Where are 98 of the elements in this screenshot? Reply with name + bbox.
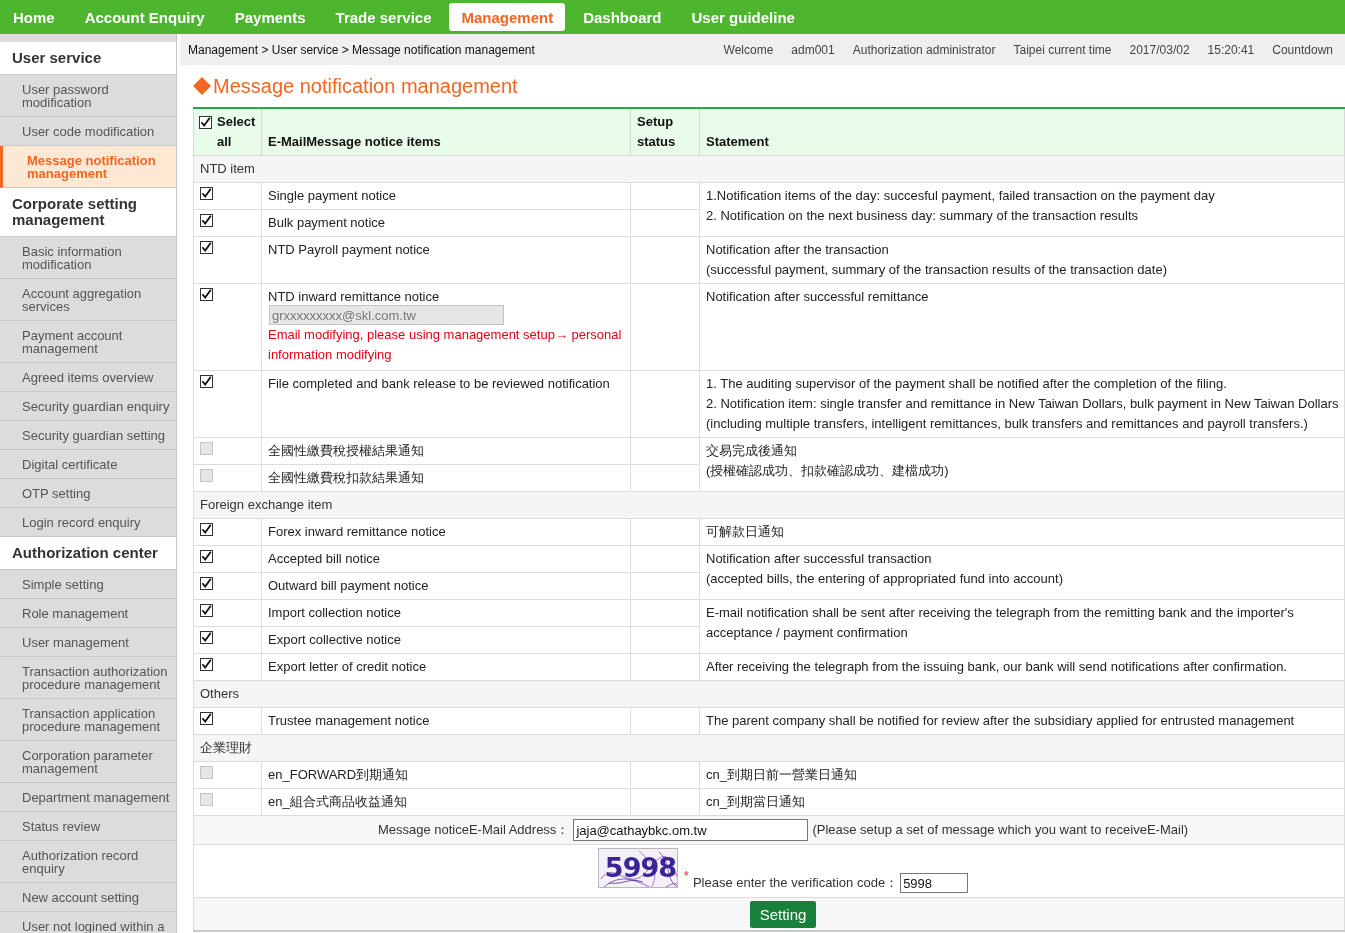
email-address-hint: (Please setup a set of message which you want to receiveE-Mail) xyxy=(812,821,1189,839)
notice-item-label: 全國性繳費稅扣款結果通知 xyxy=(268,469,425,486)
checkbox[interactable] xyxy=(200,577,213,590)
group-header: Others xyxy=(193,680,1345,708)
notice-item-label: NTD Payroll payment notice xyxy=(268,241,431,258)
group-header: 企業理財 xyxy=(193,734,1345,762)
notice-item-label: Accepted bill notice xyxy=(268,550,381,567)
sidebar-item[interactable]: Security guardian enquiry xyxy=(0,392,176,421)
verification-label: Please enter the verification code： xyxy=(692,874,899,892)
sidebar-item[interactable]: User not logined within a xyxy=(0,912,176,933)
notice-item-label: NTD inward remittance notice xyxy=(268,288,441,305)
sidebar-item[interactable]: OTP setting xyxy=(0,479,176,508)
checkbox[interactable] xyxy=(200,214,213,227)
sidebar-section-title[interactable]: Corporate setting management xyxy=(0,188,176,237)
notice-item-label: en_組合式商品收益通知 xyxy=(268,793,408,810)
sidebar-item[interactable]: New account setting xyxy=(0,883,176,912)
sidebar-item[interactable]: Simple setting xyxy=(0,570,176,599)
notice-item-label: Single payment notice xyxy=(268,187,397,204)
notice-item-label: File completed and bank release to be reviewed notification xyxy=(268,375,611,392)
group-header: Foreign exchange item xyxy=(193,491,1345,519)
checkbox[interactable] xyxy=(200,712,213,725)
statement-text: (including multiple transfers, intelligent remittances, bulk transfers and remittances and payroll transfers.) xyxy=(706,415,1309,433)
statement-text: Notification after successful transaction xyxy=(706,550,933,568)
sidebar-item[interactable]: Status review xyxy=(0,812,176,841)
statement-text: 1. The auditing supervisor of the payment shall be notified after the completion of the filing. xyxy=(706,375,1228,393)
sidebar-item[interactable]: Payment account management xyxy=(0,321,176,363)
checkbox[interactable] xyxy=(200,550,213,563)
countdown-label: Countdown xyxy=(1272,42,1333,57)
statement-text: cn_到期日前一營業日通知 xyxy=(706,766,858,784)
sidebar-item[interactable]: Security guardian setting xyxy=(0,421,176,450)
current-date: 2017/03/02 xyxy=(1129,42,1190,57)
email-address-input[interactable]: jaja@cathaybkc.om.tw xyxy=(573,819,809,841)
statement-text: E-mail notification shall be sent after receiving the telegraph from the remitting bank and the importer's acceptance / payment confirmation xyxy=(706,604,1295,642)
checkbox[interactable] xyxy=(200,523,213,536)
sidebar-item[interactable]: Agreed items overview xyxy=(0,363,176,392)
select-all-label: Select all xyxy=(217,113,257,151)
user-id: adm001 xyxy=(791,42,835,57)
notice-item-label: 全國性繳費稅授權結果通知 xyxy=(268,442,425,459)
group-header: NTD item xyxy=(193,155,1345,183)
notice-item-label: Outward bill payment notice xyxy=(268,577,430,594)
setting-button[interactable]: Setting xyxy=(749,901,817,928)
welcome-text: Welcome xyxy=(723,42,774,57)
statement-text: (accepted bills, the entering of appropriated fund into account) xyxy=(706,570,1064,588)
statement-text: 2. Notification item: single transfer and remittance in New Taiwan Dollars, bulk payment in New Taiwan Dollars xyxy=(706,395,1340,413)
sidebar-item[interactable]: Transaction authorization procedure management xyxy=(0,657,176,699)
notice-item-label: Forex inward remittance notice xyxy=(268,523,447,540)
email-address-label: Message noticeE-Mail Address： xyxy=(377,821,570,839)
sidebar-section-title[interactable]: User service xyxy=(0,42,176,75)
warning-text: Email modifying, please using management setup→ personal information modifying xyxy=(268,326,623,364)
breadcrumb: Management > User service > Message notification management xyxy=(188,42,535,57)
user-role: Authorization administrator xyxy=(852,42,996,57)
column-header: Statement xyxy=(699,108,1345,156)
sidebar-item[interactable]: User password modification xyxy=(0,75,176,117)
statement-text: 1.Notification items of the day: succesful payment, failed transaction on the payment day xyxy=(706,187,1216,205)
sidebar-item[interactable]: Account aggregation services xyxy=(0,279,176,321)
sidebar-item[interactable]: Department management xyxy=(0,783,176,812)
nav-tab[interactable]: Management xyxy=(449,3,566,31)
notice-item-label: Import collection notice xyxy=(268,604,402,621)
checkbox[interactable] xyxy=(200,241,213,254)
required-mark: * xyxy=(683,870,689,882)
notice-item-label: Bulk payment notice xyxy=(268,214,387,231)
sidebar-item[interactable]: Authorization record enquiry xyxy=(0,841,176,883)
statement-text: (授權確認成功、扣款確認成功、建檔成功) xyxy=(706,462,950,480)
checkbox[interactable] xyxy=(200,375,213,388)
verification-code-input[interactable]: 5998 xyxy=(900,873,969,893)
column-header: E-MailMessage notice items xyxy=(261,108,631,156)
page-title: Message notification management xyxy=(213,74,518,98)
statement-text: 可解款日通知 xyxy=(706,523,785,541)
statement-text: Notification after the transaction xyxy=(706,241,890,259)
statement-text: (successful payment, summary of the transaction results of the transaction date) xyxy=(706,261,1168,279)
statement-text: After receiving the telegraph from the issuing bank, our bank will send notifications after confirmation. xyxy=(706,658,1288,676)
statement-text: The parent company shall be notified for review after the subsidiary applied for entrusted management xyxy=(706,712,1296,730)
notice-item-label: Export letter of credit notice xyxy=(268,658,428,675)
sidebar-item[interactable]: User management xyxy=(0,628,176,657)
statement-text: 2. Notification on the next business day: summary of the transaction results xyxy=(706,207,1140,225)
sidebar-item[interactable]: Basic information modification xyxy=(0,237,176,279)
checkbox[interactable] xyxy=(200,658,213,671)
diamond-icon xyxy=(193,77,211,95)
statement-text: 交易完成後通知 xyxy=(706,442,798,460)
current-time: 15:20:41 xyxy=(1207,42,1255,57)
checkbox[interactable] xyxy=(200,604,213,617)
sidebar-item[interactable]: Transaction application procedure management xyxy=(0,699,176,741)
notice-item-label: Export collective notice xyxy=(268,631,402,648)
sidebar-item[interactable]: Role management xyxy=(0,599,176,628)
notice-item-label: en_FORWARD到期通知 xyxy=(268,766,410,783)
sidebar-item[interactable]: Corporation parameter management xyxy=(0,741,176,783)
checkbox[interactable] xyxy=(200,288,213,301)
checkbox[interactable] xyxy=(200,187,213,200)
column-header: Setup status xyxy=(630,108,700,156)
time-label: Taipei current time xyxy=(1013,42,1112,57)
captcha-image: 5998 xyxy=(597,848,678,888)
statement-text: cn_到期當日通知 xyxy=(706,793,806,811)
statement-text: Notification after successful remittance xyxy=(706,288,930,306)
sidebar-item[interactable]: Digital certificate xyxy=(0,450,176,479)
notice-item-label: Trustee management notice xyxy=(268,712,431,729)
sidebar-section-title[interactable]: Authorization center xyxy=(0,537,176,570)
checkbox[interactable] xyxy=(199,116,212,129)
checkbox[interactable] xyxy=(200,631,213,644)
